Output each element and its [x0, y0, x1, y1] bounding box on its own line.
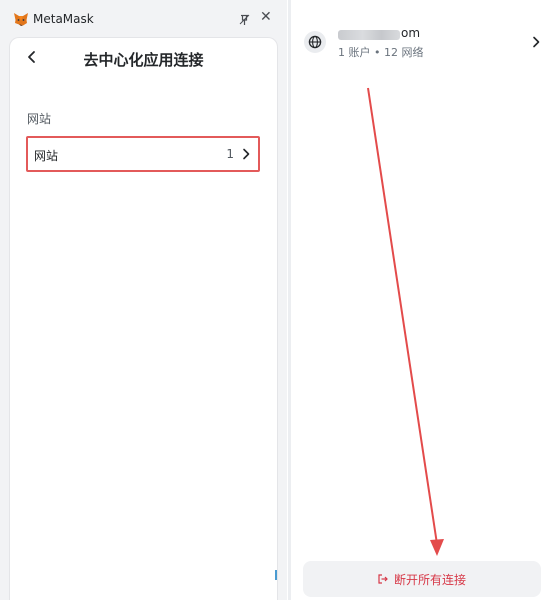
- redacted-domain: [338, 30, 400, 40]
- logout-icon: [378, 574, 388, 584]
- scrollbar-marker: [275, 570, 277, 580]
- disconnect-all-label: 断开所有连接: [393, 572, 466, 587]
- chevron-right-icon: [243, 148, 250, 160]
- chevron-right-icon[interactable]: [532, 36, 540, 48]
- sites-row-label: 网站: [34, 149, 59, 163]
- disconnect-all-button[interactable]: 断开所有连接: [303, 561, 541, 597]
- title-bar: MetaMask ✕: [0, 0, 287, 38]
- sites-row[interactable]: 网站 1: [26, 136, 260, 172]
- section-label: 网站: [27, 112, 52, 126]
- page-title: 去中心化应用连接: [83, 51, 204, 69]
- metamask-fox-icon: [14, 13, 28, 26]
- site-domain-suffix: om: [401, 26, 421, 40]
- sites-row-count: 1: [226, 147, 234, 161]
- connections-card: 去中心化应用连接 网站 网站 1: [9, 37, 278, 600]
- extension-popup: MetaMask ✕ 去中心化应用连接 网站 网站 1: [0, 0, 287, 600]
- site-avatar: [304, 31, 326, 53]
- pin-icon[interactable]: [238, 13, 251, 26]
- site-detail-panel: om 1 账户 • 12 网络 断开所有连接: [291, 0, 551, 600]
- app-title: MetaMask: [33, 12, 94, 26]
- globe-icon: [308, 35, 322, 49]
- close-icon[interactable]: ✕: [260, 10, 272, 24]
- site-connection-summary: 1 账户 • 12 网络: [338, 46, 424, 59]
